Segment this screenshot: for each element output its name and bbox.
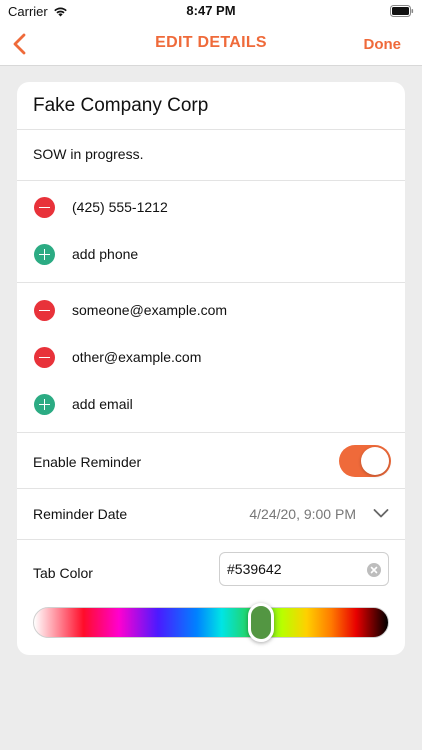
remove-phone-button[interactable] (34, 197, 55, 218)
email-row: other@example.com (17, 334, 405, 381)
company-name-text[interactable]: Fake Company Corp (33, 95, 208, 117)
done-button[interactable]: Done (364, 36, 402, 53)
page-title: EDIT DETAILS (155, 34, 267, 51)
color-slider-thumb[interactable] (247, 603, 274, 642)
company-name-field[interactable]: Fake Company Corp (17, 82, 405, 129)
status-time: 8:47 PM (186, 3, 236, 18)
email-value[interactable]: other@example.com (72, 349, 201, 365)
notes-text[interactable]: SOW in progress. (33, 146, 143, 162)
minus-icon (39, 356, 50, 359)
add-email-button[interactable] (34, 394, 55, 415)
details-card: Fake Company Corp SOW in progress. (425)… (17, 82, 405, 655)
tab-color-label: Tab Color (33, 565, 93, 581)
battery-icon (390, 5, 414, 17)
toggle-knob (361, 447, 389, 475)
phone-row: (425) 555-1212 (17, 184, 405, 231)
reminder-date-value[interactable]: 4/24/20, 9:00 PM (249, 506, 356, 522)
color-slider-track[interactable] (33, 607, 389, 638)
minus-icon (39, 206, 50, 209)
remove-email-button[interactable] (34, 347, 55, 368)
reminder-date-label: Reminder Date (33, 506, 128, 522)
status-bar: Carrier 8:47 PM (0, 0, 422, 22)
reminder-toggle[interactable] (339, 445, 391, 477)
chevron-down-icon[interactable] (373, 507, 389, 519)
add-email-row[interactable]: add email (17, 381, 405, 428)
add-phone-button[interactable] (34, 244, 55, 265)
email-row: someone@example.com (17, 287, 405, 334)
add-phone-label[interactable]: add phone (72, 246, 138, 262)
add-email-label[interactable]: add email (72, 396, 133, 412)
tab-color-row: Tab Color (17, 540, 405, 655)
remove-email-button[interactable] (34, 300, 55, 321)
enable-reminder-label: Enable Reminder (33, 454, 142, 470)
navigation-bar: EDIT DETAILS Done (0, 22, 422, 66)
divider (17, 282, 405, 283)
minus-icon (39, 309, 50, 312)
email-value[interactable]: someone@example.com (72, 302, 227, 318)
divider (17, 180, 405, 181)
reminder-date-row[interactable]: Reminder Date 4/24/20, 9:00 PM (17, 489, 405, 539)
phone-value[interactable]: (425) 555-1212 (72, 199, 168, 215)
enable-reminder-row: Enable Reminder (17, 433, 405, 488)
tab-color-input[interactable] (219, 552, 389, 586)
notes-field[interactable]: SOW in progress. (17, 130, 405, 180)
clear-icon[interactable] (367, 563, 381, 577)
add-phone-row[interactable]: add phone (17, 231, 405, 278)
